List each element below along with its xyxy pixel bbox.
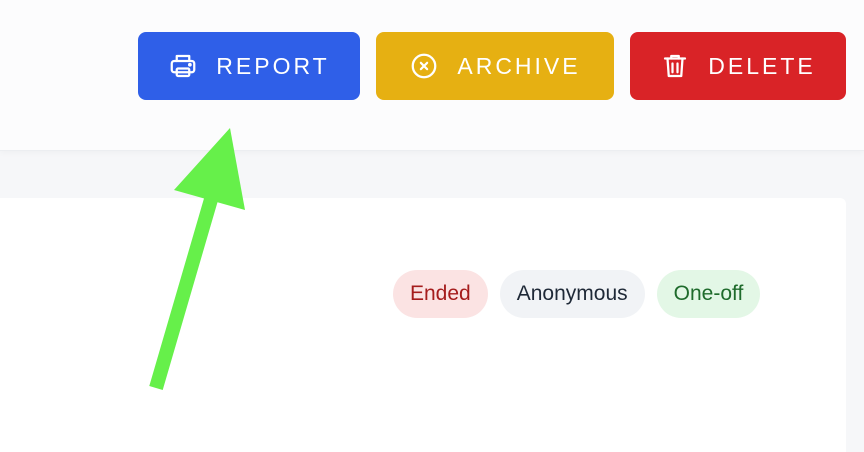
circle-x-icon: [409, 51, 439, 81]
printer-icon: [168, 51, 198, 81]
content-card: [0, 198, 846, 452]
archive-button[interactable]: ARCHIVE: [376, 32, 614, 100]
trash-icon: [660, 51, 690, 81]
delete-button[interactable]: DELETE: [630, 32, 846, 100]
report-button[interactable]: REPORT: [138, 32, 360, 100]
page: REPORT ARCHIVE DELETE Ended Anonymous On…: [0, 0, 864, 452]
status-badge-anonymous: Anonymous: [499, 270, 645, 318]
tag-list: Ended Anonymous One-off: [393, 270, 761, 318]
status-badge-ended: Ended: [393, 270, 488, 318]
report-button-label: REPORT: [216, 52, 330, 79]
status-badge-one-off: One-off: [656, 270, 761, 318]
delete-button-label: DELETE: [708, 52, 816, 79]
archive-button-label: ARCHIVE: [457, 52, 581, 79]
header-toolbar: REPORT ARCHIVE DELETE: [0, 0, 864, 151]
